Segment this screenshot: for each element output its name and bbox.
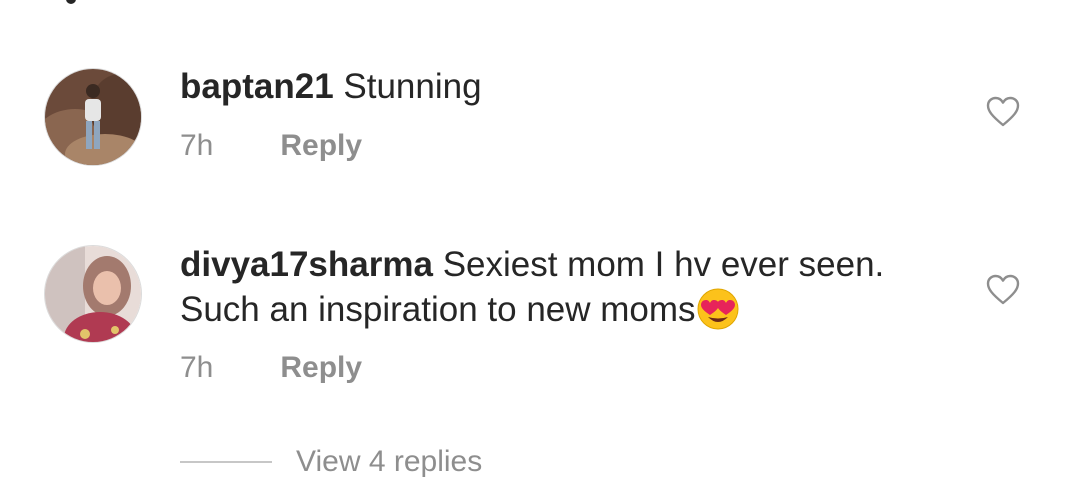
heart-outline-icon[interactable] bbox=[986, 96, 1020, 128]
comment-body: baptan21 Stunning bbox=[180, 64, 960, 109]
view-replies-button[interactable]: View 4 replies bbox=[180, 442, 482, 482]
heart-outline-icon[interactable] bbox=[986, 274, 1020, 306]
comment-body: divya17sharma Sexiest mom I hv ever seen… bbox=[180, 242, 960, 332]
reply-button[interactable]: Reply bbox=[280, 351, 362, 384]
heart-eyes-emoji-icon bbox=[696, 287, 740, 331]
comment-meta: 7h Reply bbox=[180, 348, 362, 388]
avatar[interactable] bbox=[44, 68, 142, 166]
reply-button[interactable]: Reply bbox=[280, 129, 362, 162]
avatar[interactable] bbox=[44, 245, 142, 343]
replies-divider bbox=[180, 461, 272, 463]
comment-timestamp: 7h bbox=[180, 351, 214, 384]
comment-username[interactable]: baptan21 bbox=[180, 67, 334, 106]
comment-username[interactable]: divya17sharma bbox=[180, 245, 433, 284]
previous-comment-fragment bbox=[66, 0, 76, 4]
view-replies-label: View 4 replies bbox=[296, 445, 483, 478]
comment-timestamp: 7h bbox=[180, 129, 214, 162]
comment-text: Stunning bbox=[343, 67, 482, 106]
comment-meta: 7h Reply bbox=[180, 126, 362, 166]
